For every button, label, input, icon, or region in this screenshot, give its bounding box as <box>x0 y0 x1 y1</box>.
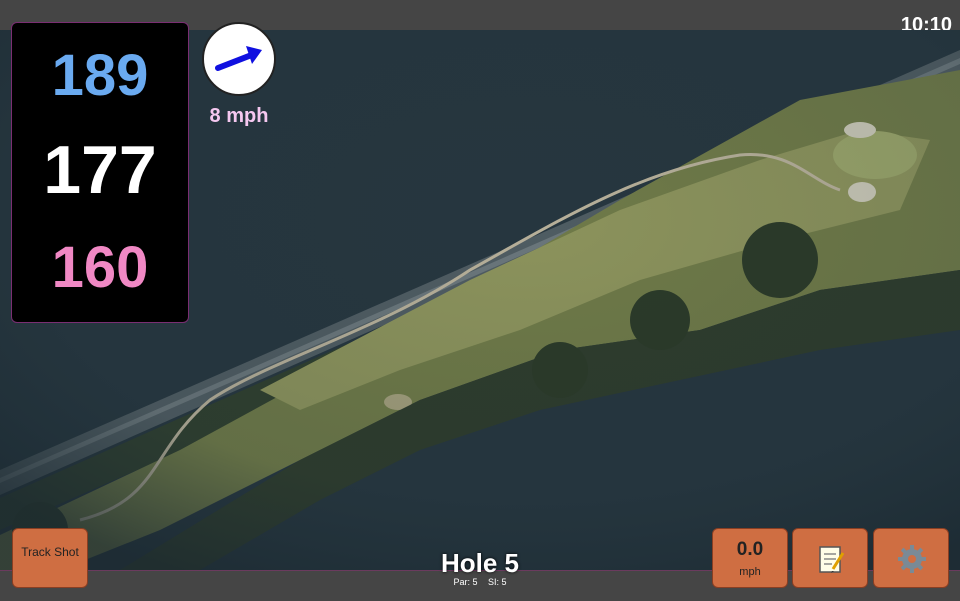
speed-unit: mph <box>739 566 761 578</box>
gear-icon <box>898 545 926 573</box>
hole-title: Hole 5 <box>440 548 520 578</box>
middle-distance: 177 <box>43 132 157 208</box>
track-shot-button[interactable]: Track Shot <box>12 528 88 588</box>
speed-value: 0.0 <box>736 539 764 560</box>
notepad-icon <box>819 546 845 573</box>
wind-speed: 8 mph <box>209 105 269 127</box>
par-label: Par: 5 <box>453 577 478 587</box>
settings-button[interactable] <box>873 528 949 588</box>
notes-button[interactable] <box>792 528 868 588</box>
wind-arrow-icon <box>215 46 262 71</box>
back-distance: 189 <box>51 43 149 108</box>
distance-panel: 189 177 160 <box>11 22 189 323</box>
speed-button[interactable]: 0.0 mph <box>712 528 788 588</box>
wind-direction-dial <box>202 22 276 96</box>
front-distance: 160 <box>51 235 149 300</box>
hole-meta: Par: 5 SI: 5 <box>380 577 580 587</box>
stroke-index-label: SI: 5 <box>488 577 507 587</box>
